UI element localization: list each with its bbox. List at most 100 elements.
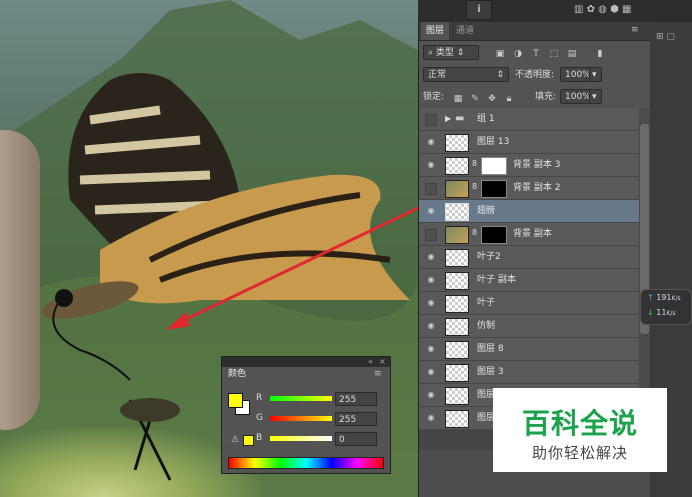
- layer-row[interactable]: ◉ 叶子2: [419, 246, 639, 269]
- layer-name[interactable]: 翅膀: [477, 200, 495, 222]
- slider-r[interactable]: [270, 396, 332, 401]
- layer-mask-thumbnail[interactable]: [481, 157, 507, 175]
- warning-icon: ⚠: [230, 435, 240, 445]
- upload-speed: ↑ 191K/s: [647, 293, 681, 302]
- layer-name[interactable]: 仿制: [477, 315, 495, 337]
- blend-mode-label: 正常: [428, 70, 447, 80]
- link-icon: 8: [472, 159, 478, 168]
- layer-row[interactable]: ◉ 叶子 副本: [419, 269, 639, 292]
- lock-row: 锁定: ▦ ✎ ✥ 🔒︎ 填充: 100% ▾: [419, 88, 651, 106]
- layer-mask-thumbnail[interactable]: [481, 226, 507, 244]
- document-canvas[interactable]: « × 颜色 ≡ R 255 G 255 ⚠ B 0: [0, 0, 418, 497]
- collapse-icon[interactable]: «: [368, 357, 373, 367]
- filter-toggle-icon[interactable]: ▮: [595, 49, 605, 59]
- link-icon: 8: [472, 182, 478, 191]
- search-icon: ⌕: [428, 48, 436, 58]
- layer-thumbnail: [445, 249, 469, 267]
- filter-smart-object-icon[interactable]: ▤: [567, 49, 577, 59]
- layer-name[interactable]: 组 1: [477, 108, 495, 130]
- dock-icons[interactable]: ⊞ ▢: [656, 32, 675, 42]
- layer-name[interactable]: 叶子2: [477, 246, 501, 268]
- eye-icon[interactable]: ◉: [425, 321, 437, 331]
- filter-adjustment-icon[interactable]: ◑: [513, 49, 523, 59]
- tab-color[interactable]: 颜色: [222, 367, 253, 382]
- layer-row[interactable]: 8 背景 副本 2: [419, 177, 639, 200]
- slider-b[interactable]: [270, 436, 332, 441]
- visibility-toggle[interactable]: [425, 229, 437, 241]
- color-spectrum[interactable]: [228, 457, 384, 469]
- expand-triangle-icon[interactable]: ▶: [445, 114, 451, 123]
- upload-value: 191: [656, 293, 672, 302]
- filter-type-icon[interactable]: T: [531, 49, 541, 59]
- layers-tabbar: 图层 通道 ≡: [419, 22, 651, 41]
- eye-icon[interactable]: ◉: [425, 275, 437, 285]
- layer-row[interactable]: ◉ 仿制: [419, 315, 639, 338]
- filter-shape-icon[interactable]: ⬚: [549, 49, 559, 59]
- brand-title: 百科全说: [521, 407, 638, 440]
- value-b[interactable]: 0: [335, 432, 377, 446]
- layer-row[interactable]: ◉ 图层 13: [419, 131, 639, 154]
- eye-icon[interactable]: ◉: [425, 413, 437, 423]
- lock-paint-icon[interactable]: ✎: [470, 94, 480, 104]
- layer-row[interactable]: ▶ ▬ 组 1: [419, 108, 639, 131]
- filter-pixel-icon[interactable]: ▣: [495, 49, 505, 59]
- panel-menu-icon[interactable]: ≡: [374, 369, 382, 379]
- layer-name[interactable]: 图层 8: [477, 338, 504, 360]
- download-value: 11: [656, 308, 667, 317]
- layer-mask-thumbnail[interactable]: [481, 180, 507, 198]
- eye-icon[interactable]: ◉: [425, 160, 437, 170]
- eye-icon[interactable]: ◉: [425, 344, 437, 354]
- close-icon[interactable]: ×: [379, 357, 386, 367]
- layer-name[interactable]: 背景 副本: [513, 223, 552, 245]
- eye-icon[interactable]: ◉: [425, 252, 437, 262]
- layer-row[interactable]: ◉ 叶子: [419, 292, 639, 315]
- layer-row[interactable]: ◉ 8 背景 副本 3: [419, 154, 639, 177]
- visibility-toggle[interactable]: [425, 183, 437, 195]
- eye-icon[interactable]: ◉: [425, 206, 437, 216]
- layer-name[interactable]: 图层 13: [477, 131, 509, 153]
- layer-thumbnail: [445, 341, 469, 359]
- download-unit: K/s: [666, 310, 676, 317]
- tab-channels[interactable]: 通道: [451, 22, 479, 40]
- value-g[interactable]: 255: [335, 412, 377, 426]
- visibility-toggle[interactable]: [425, 114, 437, 126]
- gamut-swatch[interactable]: [243, 435, 254, 446]
- eye-icon[interactable]: ◉: [425, 298, 437, 308]
- eye-icon[interactable]: ◉: [425, 137, 437, 147]
- layer-row[interactable]: ◉ 图层 3: [419, 361, 639, 384]
- filter-row: ⌕ 类型 ⇕ ▣ ◑ T ⬚ ▤ ▮: [419, 44, 651, 62]
- slider-g[interactable]: [270, 416, 332, 421]
- lock-position-icon[interactable]: ✥: [487, 94, 497, 104]
- layer-thumbnail: [445, 203, 469, 221]
- opacity-dropdown-icon[interactable]: ▾: [589, 67, 602, 82]
- layer-name[interactable]: 图层 3: [477, 361, 504, 383]
- lock-transparent-icon[interactable]: ▦: [453, 94, 463, 104]
- fill-dropdown-icon[interactable]: ▾: [589, 89, 602, 104]
- layer-row-selected[interactable]: ◉ 翅膀: [419, 200, 639, 223]
- layer-name[interactable]: 叶子: [477, 292, 495, 314]
- brand-watermark: 百科全说 助你轻松解决: [493, 388, 667, 472]
- lock-label: 锁定:: [423, 92, 445, 102]
- tab-layers[interactable]: 图层: [421, 22, 450, 40]
- toolbar-icons[interactable]: ▥ ✿ ◍ ⬢ ▦: [574, 4, 631, 15]
- layer-name[interactable]: 背景 副本 2: [513, 177, 560, 199]
- panel-menu-icon[interactable]: ≡: [631, 25, 639, 35]
- filter-kind-label: 类型: [435, 48, 454, 58]
- filter-kind-select[interactable]: ⌕ 类型 ⇕: [423, 45, 479, 60]
- info-icon[interactable]: i: [466, 0, 492, 20]
- lock-all-icon[interactable]: 🔒︎: [504, 94, 514, 104]
- eye-icon[interactable]: ◉: [425, 390, 437, 400]
- layer-name[interactable]: 叶子 副本: [477, 269, 516, 291]
- blend-mode-select[interactable]: 正常 ⇕: [423, 67, 509, 82]
- layer-thumbnail: [445, 295, 469, 313]
- upload-unit: K/s: [671, 295, 681, 302]
- color-panel[interactable]: « × 颜色 ≡ R 255 G 255 ⚠ B 0: [221, 356, 391, 474]
- layer-name[interactable]: 背景 副本 3: [513, 154, 560, 176]
- layer-row[interactable]: ◉ 图层 8: [419, 338, 639, 361]
- layer-row[interactable]: 8 背景 副本: [419, 223, 639, 246]
- channel-r-label: R: [256, 393, 263, 403]
- layer-thumbnail: [445, 134, 469, 152]
- value-r[interactable]: 255: [335, 392, 377, 406]
- foreground-swatch[interactable]: [228, 393, 243, 408]
- eye-icon[interactable]: ◉: [425, 367, 437, 377]
